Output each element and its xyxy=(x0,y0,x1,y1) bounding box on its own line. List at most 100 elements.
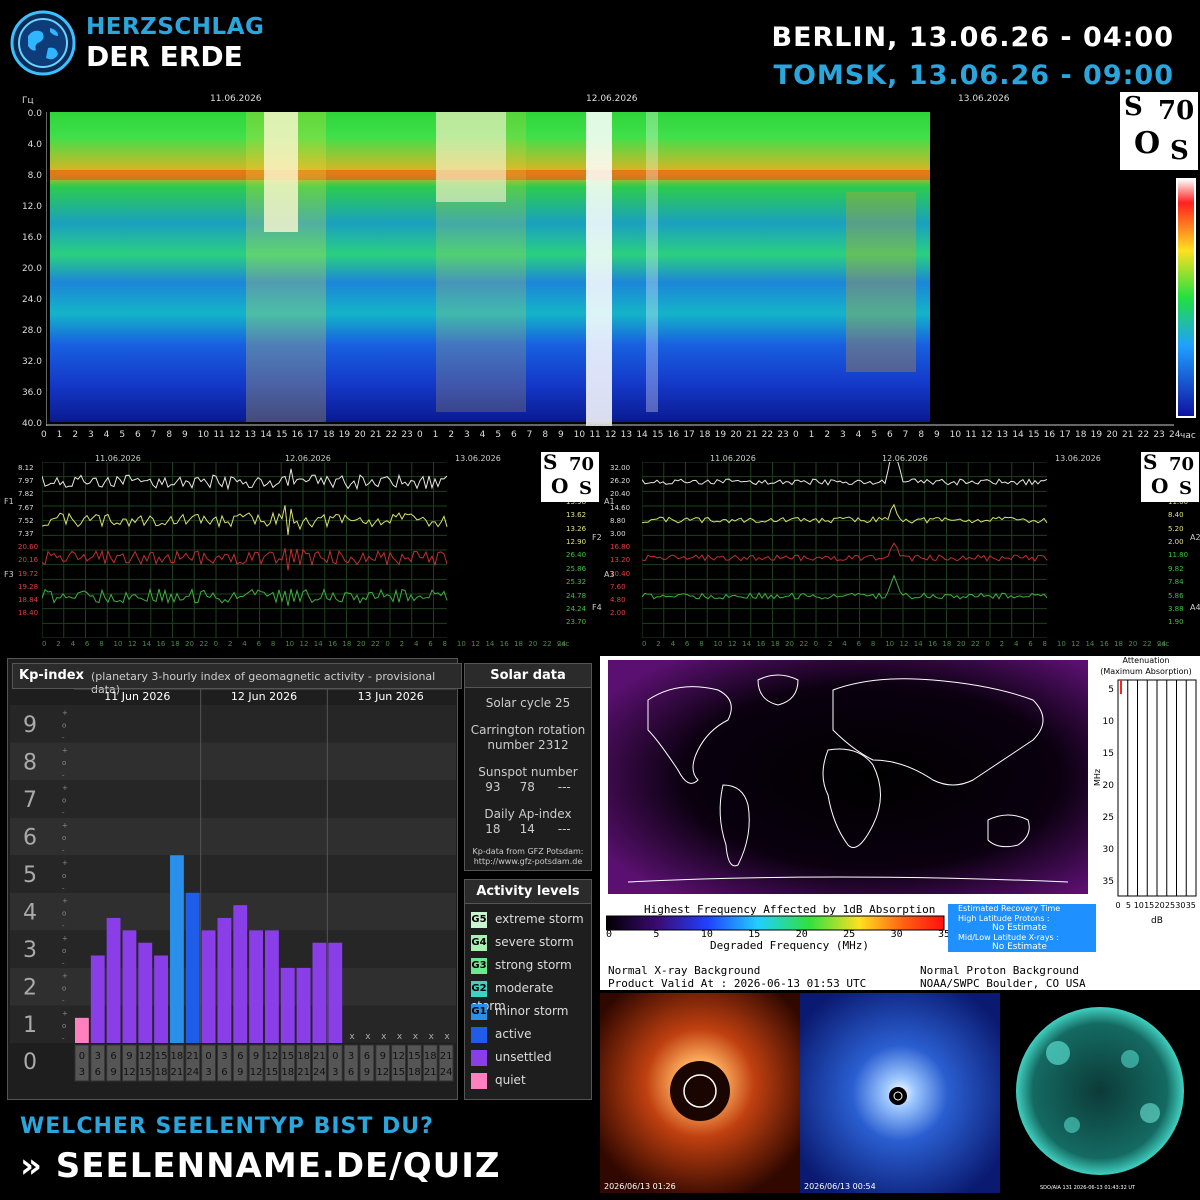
noaa-credit: NOAA/SWPC Boulder, CO USA xyxy=(920,977,1086,990)
amp-left-tick: 26.20 xyxy=(610,477,631,486)
spectrogram-x-tick: 23 xyxy=(1153,430,1165,440)
kp-x-end: 24 xyxy=(313,1067,326,1078)
kp-x-start: 0 xyxy=(205,1051,211,1062)
spectrogram-x-tick: 4 xyxy=(479,430,486,440)
kp-x-end: 18 xyxy=(408,1067,421,1078)
freq-x-tick: 2 xyxy=(56,640,61,648)
kp-missing-mark: x xyxy=(397,1032,403,1042)
freq-right-tick: 13.62 xyxy=(566,511,587,520)
sunspot-label: Sunspot number xyxy=(478,765,578,779)
kp-title: Kp-index xyxy=(19,668,84,683)
activity-level-active: active xyxy=(471,1025,531,1043)
spectrogram-x-tick: 6 xyxy=(511,430,517,440)
kp-x-start: 0 xyxy=(79,1051,85,1062)
spectrogram-x-tick: 13 xyxy=(244,430,257,440)
spectrogram-date-2: 12.06.2026 xyxy=(586,94,638,104)
kp-x-start: 12 xyxy=(392,1051,405,1062)
spectrogram-x-tick: 21 xyxy=(746,430,758,440)
amp-x-tick: 18 xyxy=(1114,640,1123,648)
spectrogram-x-tick: 5 xyxy=(119,430,126,440)
freq-x-tick: 14 xyxy=(313,640,323,648)
spectrogram-color-scale xyxy=(1176,178,1196,418)
amp-x-tick: 22 xyxy=(971,640,980,648)
spectrogram-x-tick: 8 xyxy=(918,430,925,440)
sos70-logo: S 70 O S xyxy=(1120,92,1198,170)
schumann-spectrogram xyxy=(46,112,1174,426)
freq-left-tick: 19.28 xyxy=(18,582,39,591)
sos-letter-o: O xyxy=(551,474,569,498)
kp-bar xyxy=(296,967,311,1043)
spectrogram-x-tick: 16 xyxy=(291,430,304,440)
spectrogram-x-tick: 10 xyxy=(949,430,962,440)
kp-missing-mark: x xyxy=(365,1032,371,1042)
freq-right-tick: 23.70 xyxy=(566,618,587,627)
amp-x-tick: 18 xyxy=(770,640,780,648)
label-a3: A3 xyxy=(604,570,615,579)
kp-x-start: 0 xyxy=(332,1051,338,1062)
kp-bar xyxy=(265,930,279,1043)
amp-left-tick: 4.80 xyxy=(610,596,626,604)
freq-x-tick: 10 xyxy=(113,640,123,648)
kp-x-end: 12 xyxy=(376,1067,389,1078)
proton-status: Normal Proton Background xyxy=(920,964,1079,977)
kp-bar xyxy=(75,1017,89,1043)
kp-sublevel-label: o xyxy=(62,834,66,842)
kp-bar xyxy=(328,942,343,1043)
spectrogram-x-tick: 5 xyxy=(495,430,502,440)
spectrogram-x-tick: 20 xyxy=(1106,430,1118,440)
db-tick: 25 xyxy=(1165,901,1175,910)
kp-x-start: 15 xyxy=(155,1051,168,1062)
freq-left-tick: 20.16 xyxy=(18,556,39,565)
amp-x-unit: час xyxy=(1157,640,1170,648)
activity-swatch: G1 xyxy=(471,1003,487,1020)
activity-label: strong storm xyxy=(495,958,572,972)
kp-x-start: 21 xyxy=(313,1051,326,1062)
amp-x-tick: 6 xyxy=(856,640,862,648)
spectrogram-x-tick: 2 xyxy=(824,430,831,440)
sdo-aia-image: SDO/AIA 131 2026-06-13 01:43:32 UT xyxy=(1000,993,1200,1193)
freq-left-tick: 18.84 xyxy=(18,596,39,604)
freq-x-tick: 4 xyxy=(413,640,419,648)
globe-logo-icon xyxy=(10,10,76,76)
spectrogram-x-tick: 1 xyxy=(56,430,63,440)
ap-values: 18 14 --- xyxy=(485,822,571,836)
activity-levels-panel: Activity levels G5 extreme storm G4 severe … xyxy=(464,879,592,1100)
sos-letter-s1: S xyxy=(543,450,558,474)
spectrogram-x-tick: 15 xyxy=(276,430,288,440)
freq-left-tick: 18.40 xyxy=(18,609,39,618)
spectrogram-x-tick: 13 xyxy=(996,430,1009,440)
kp-x-start: 9 xyxy=(253,1051,259,1062)
amp-x-tick: 16 xyxy=(756,640,766,648)
label-f4: F4 xyxy=(592,603,602,612)
kp-bar xyxy=(106,917,121,1043)
amp-x-tick: 4 xyxy=(670,640,676,648)
solar-data-panel: Solar data Solar cycle 25 Carrington rot… xyxy=(464,663,592,871)
kp-level-label: 4 xyxy=(23,901,37,926)
lasco-c2-image: 2026/06/13 01:26 xyxy=(600,993,800,1193)
freq-left-tick: 19.72 xyxy=(18,569,39,578)
quiz-link[interactable]: » SEELENNAME.DE/QUIZ xyxy=(20,1146,501,1186)
sdo-caption: SDO/AIA 131 2026-06-13 01:43:32 UT xyxy=(1040,1185,1136,1191)
freq-x-tick: 20 xyxy=(528,640,538,648)
amp-x-tick: 6 xyxy=(684,640,690,648)
amp-left-axis: 32.00 26.20 20.40 14.60 8.80 3.00 16.80 13.20 10… xyxy=(610,464,640,640)
attenuation-chart: 5101520253035MHz0 5 10 15 20 25 30 35dB xyxy=(1094,676,1200,926)
spectrogram-x-tick: 3 xyxy=(464,430,470,440)
freq-x-tick: 6 xyxy=(84,640,90,648)
kp-sublevel-label: + xyxy=(62,822,68,830)
spectrogram-x-tick: 23 xyxy=(777,430,789,440)
source-link[interactable]: http://www.gfz-potsdam.de xyxy=(465,857,591,867)
kp-x-end: 9 xyxy=(364,1067,370,1078)
spectrogram-x-tick: 7 xyxy=(526,430,533,440)
kp-level-label: 9 xyxy=(23,713,37,738)
amp-left-tick: 16.80 xyxy=(610,543,631,552)
freq-x-tick: 14 xyxy=(142,640,152,648)
brand-line-2: DER ERDE xyxy=(86,40,243,73)
freq-left-tick: 20.60 xyxy=(18,543,39,552)
drap-world-map xyxy=(608,660,1088,894)
kp-missing-mark: x xyxy=(413,1032,419,1042)
spectrogram-y-tick: 0.0 xyxy=(27,109,42,119)
spectrogram-x-tick: 8 xyxy=(542,430,549,440)
spectrogram-x-tick: 8 xyxy=(166,430,173,440)
kp-x-end: 24 xyxy=(440,1067,453,1078)
